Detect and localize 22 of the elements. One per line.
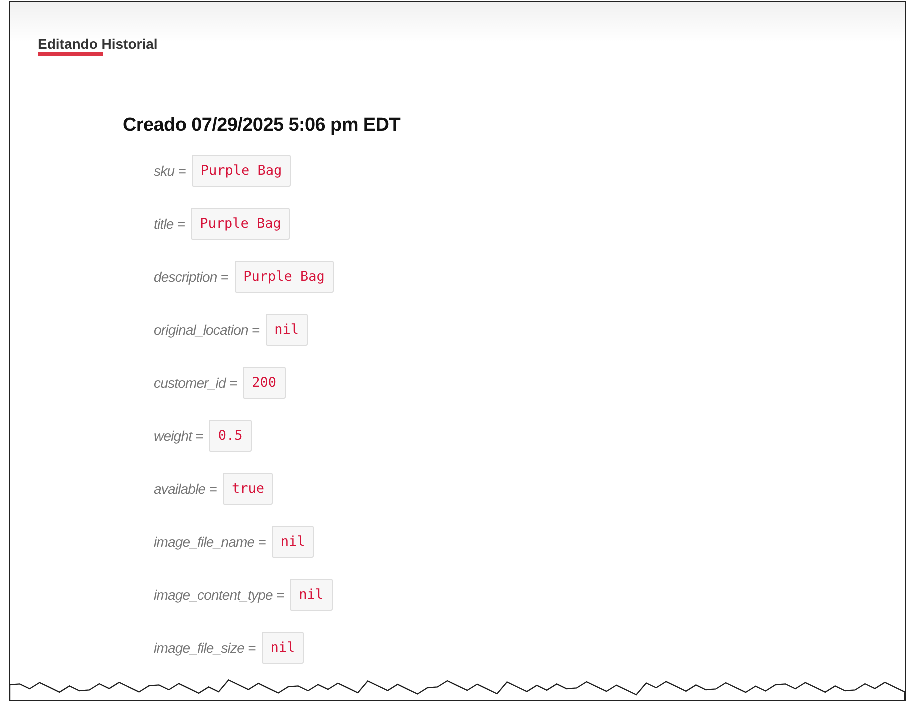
field-label: image_content_type = [154, 587, 284, 603]
field-label: available = [154, 481, 217, 497]
field-value: nil [272, 526, 314, 558]
field-label: image_file_size = [154, 640, 256, 656]
field-label: description = [154, 269, 229, 285]
field-value: true [222, 473, 274, 505]
field-value: Purple Bag [234, 261, 334, 293]
field-value: Purple Bag [191, 208, 290, 240]
field-label: weight = [154, 428, 204, 444]
field-value: nil [262, 632, 304, 664]
field-label: title = [154, 216, 186, 232]
field-value: nil [290, 579, 333, 611]
field-value: Purple Bag [192, 155, 292, 187]
field-value: 0.5 [209, 420, 252, 452]
version-heading: Creado 07/29/2025 5:06 pm EDT [123, 115, 402, 137]
field-value: 200 [243, 367, 286, 399]
field-value: nil [266, 314, 308, 346]
field-label: sku = [154, 163, 186, 179]
field-label: customer_id = [154, 375, 238, 391]
field-label: image_file_name = [154, 534, 266, 550]
tab[interactable]: Editando Historial [38, 36, 158, 61]
field-label: original_location = [154, 322, 260, 338]
